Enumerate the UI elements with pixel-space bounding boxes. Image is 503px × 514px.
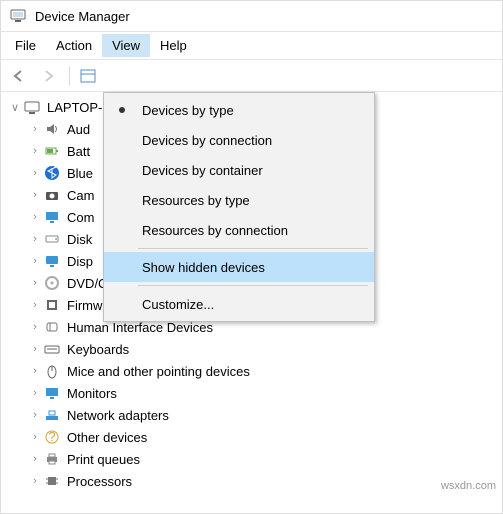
watermark: wsxdn.com	[441, 480, 496, 492]
expand-icon[interactable]: ›	[29, 475, 41, 487]
expand-icon[interactable]: ›	[29, 211, 41, 223]
tree-node[interactable]: › Monitors	[29, 382, 502, 404]
menu-help[interactable]: Help	[150, 34, 197, 57]
dropdown-separator	[138, 285, 368, 286]
tree-node[interactable]: ›? Other devices	[29, 426, 502, 448]
tree-node-label: Batt	[67, 144, 90, 159]
expand-icon[interactable]: ›	[29, 233, 41, 245]
bluetooth-icon	[43, 165, 61, 181]
window-title: Device Manager	[35, 9, 130, 24]
menu-label: Customize...	[136, 297, 214, 312]
menu-action[interactable]: Action	[46, 34, 102, 57]
network-icon	[43, 407, 61, 423]
device-manager-icon	[9, 7, 27, 25]
tree-node-label: Com	[67, 210, 94, 225]
dvd-icon	[43, 275, 61, 291]
tree-node-label: Blue	[67, 166, 93, 181]
computer-icon	[23, 99, 41, 115]
display-icon	[43, 253, 61, 269]
forward-button[interactable]	[35, 63, 63, 89]
tree-node-label: Disk	[67, 232, 92, 247]
expand-icon[interactable]: ›	[29, 299, 41, 311]
menu-label: Resources by connection	[136, 223, 288, 238]
menu-label: Devices by connection	[136, 133, 272, 148]
back-button[interactable]	[5, 63, 33, 89]
tree-panel: ∨ LAPTOP- › Aud › Batt › Blue › Cam › Com › Disk › Di…	[1, 92, 502, 496]
tree-node-label: Processors	[67, 474, 132, 489]
monitor-icon	[43, 385, 61, 401]
battery-icon	[43, 143, 61, 159]
expand-icon[interactable]: ›	[29, 365, 41, 377]
menu-devices-by-connection[interactable]: Devices by connection	[104, 125, 374, 155]
computer-icon	[43, 209, 61, 225]
tree-node[interactable]: › Network adapters	[29, 404, 502, 426]
menu-label: Resources by type	[136, 193, 250, 208]
expand-icon[interactable]: ›	[29, 277, 41, 289]
other-icon: ?	[43, 429, 61, 445]
tree-node-label: Other devices	[67, 430, 147, 445]
expand-icon[interactable]: ›	[29, 453, 41, 465]
expand-icon[interactable]: ›	[29, 387, 41, 399]
tree-root-label: LAPTOP-	[47, 100, 102, 115]
tree-node-label: Keyboards	[67, 342, 129, 357]
expand-icon[interactable]: ›	[29, 145, 41, 157]
expand-icon[interactable]: ›	[29, 321, 41, 333]
menu-file[interactable]: File	[5, 34, 46, 57]
expand-icon[interactable]: ›	[29, 255, 41, 267]
expand-icon[interactable]: ›	[29, 343, 41, 355]
camera-icon	[43, 187, 61, 203]
tree-node-label: Disp	[67, 254, 93, 269]
collapse-icon[interactable]: ∨	[9, 101, 21, 114]
menu-devices-by-type[interactable]: Devices by type	[104, 95, 374, 125]
disk-icon	[43, 231, 61, 247]
printer-icon	[43, 451, 61, 467]
expand-icon[interactable]: ›	[29, 409, 41, 421]
expand-icon[interactable]: ›	[29, 189, 41, 201]
expand-icon[interactable]: ›	[29, 431, 41, 443]
tree-node-label: Cam	[67, 188, 94, 203]
menu-bar: File Action View Help	[1, 32, 502, 60]
toolbar-separator	[69, 66, 70, 86]
tree-node-label: Network adapters	[67, 408, 169, 423]
menu-label: Show hidden devices	[136, 260, 265, 275]
title-bar: Device Manager	[1, 1, 502, 32]
menu-label: Devices by type	[136, 103, 234, 118]
tree-node[interactable]: › Keyboards	[29, 338, 502, 360]
svg-text:?: ?	[48, 429, 55, 444]
mouse-icon	[43, 363, 61, 379]
menu-show-hidden-devices[interactable]: Show hidden devices	[104, 252, 374, 282]
menu-customize[interactable]: Customize...	[104, 289, 374, 319]
tree-node-label: Monitors	[67, 386, 117, 401]
menu-devices-by-container[interactable]: Devices by container	[104, 155, 374, 185]
menu-resources-by-type[interactable]: Resources by type	[104, 185, 374, 215]
tree-node-label: Print queues	[67, 452, 140, 467]
processor-icon	[43, 473, 61, 489]
tree-node-label: Mice and other pointing devices	[67, 364, 250, 379]
tree-node-label: Aud	[67, 122, 90, 137]
toolbar-button[interactable]	[74, 63, 102, 89]
tree-node[interactable]: › Mice and other pointing devices	[29, 360, 502, 382]
view-dropdown: Devices by type Devices by connection Devi…	[103, 92, 375, 322]
menu-view[interactable]: View	[102, 34, 150, 57]
tree-node[interactable]: › Processors	[29, 470, 502, 492]
toolbar	[1, 60, 502, 92]
radio-selected-icon	[119, 107, 125, 113]
menu-resources-by-connection[interactable]: Resources by connection	[104, 215, 374, 245]
firmware-icon	[43, 297, 61, 313]
expand-icon[interactable]: ›	[29, 167, 41, 179]
menu-gutter	[108, 107, 136, 113]
audio-icon	[43, 121, 61, 137]
menu-label: Devices by container	[136, 163, 263, 178]
dropdown-separator	[138, 248, 368, 249]
hid-icon	[43, 319, 61, 335]
tree-node[interactable]: › Print queues	[29, 448, 502, 470]
keyboard-icon	[43, 341, 61, 357]
expand-icon[interactable]: ›	[29, 123, 41, 135]
